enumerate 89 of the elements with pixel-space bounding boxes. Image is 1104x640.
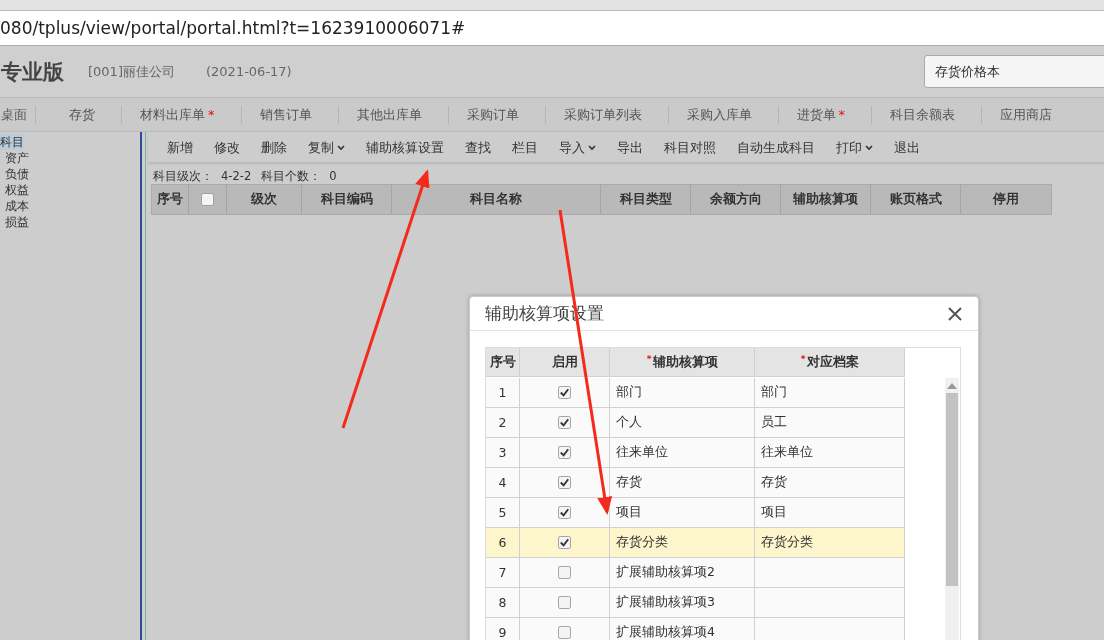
- nav-tab[interactable]: 销售订单: [259, 105, 339, 124]
- column-header[interactable]: 账页格式: [871, 185, 961, 214]
- table-cell: 4: [486, 468, 520, 498]
- toolbar-button[interactable]: 栏目: [512, 139, 538, 157]
- toolbar-button[interactable]: 新增: [167, 139, 193, 157]
- table-cell: 8: [486, 588, 520, 618]
- checkbox[interactable]: [558, 386, 571, 399]
- nav-tab[interactable]: 存货: [69, 105, 122, 124]
- checkbox[interactable]: [201, 193, 214, 206]
- column-header[interactable]: 停用: [961, 185, 1051, 214]
- column-header[interactable]: 科目编码: [302, 185, 392, 214]
- column-header[interactable]: * 辅助核算项: [610, 348, 755, 377]
- table-cell: 存货分类: [610, 528, 755, 558]
- scrollbar[interactable]: [945, 378, 959, 640]
- nav-tab[interactable]: 采购入库单: [686, 105, 779, 124]
- company-name: [001]丽佳公司: [88, 62, 176, 81]
- table-cell: 项目: [755, 498, 905, 528]
- url-text: 080/tplus/view/portal/portal.html?t=1623910006071#: [0, 18, 466, 38]
- toolbar-button[interactable]: 科目对照: [664, 139, 716, 157]
- checkbox[interactable]: [558, 476, 571, 489]
- close-icon[interactable]: [947, 305, 963, 322]
- table-cell: 9: [486, 618, 520, 640]
- info-label: 科目个数：: [261, 168, 322, 184]
- toolbar-button[interactable]: 导出: [617, 139, 643, 157]
- checkbox[interactable]: [558, 566, 571, 579]
- table-cell: 部门: [755, 378, 905, 408]
- table-cell: 3: [486, 438, 520, 468]
- table-cell: 部门: [610, 378, 755, 408]
- checkbox[interactable]: [558, 446, 571, 459]
- toolbar-button[interactable]: 打印: [836, 139, 873, 157]
- table-cell: 扩展辅助核算项4: [610, 618, 755, 640]
- info-value: 4-2-2: [221, 169, 252, 183]
- tree-item[interactable]: 科目: [0, 134, 24, 150]
- table-cell: 存货分类: [755, 528, 905, 558]
- product-title: 专业版: [1, 58, 65, 86]
- nav-tab[interactable]: 材料出库单 *: [140, 105, 242, 124]
- column-header[interactable]: 启用: [520, 348, 610, 377]
- table-cell: 1: [486, 378, 520, 408]
- tree-item[interactable]: 成本: [0, 198, 29, 214]
- table-cell: 7: [486, 558, 520, 588]
- table-cell: 存货: [755, 468, 905, 498]
- toolbar-button[interactable]: 自动生成科目: [737, 139, 815, 157]
- checkbox[interactable]: [558, 626, 571, 639]
- column-header[interactable]: 序号: [486, 348, 520, 377]
- nav-tab[interactable]: 其他出库单: [356, 105, 449, 124]
- nav-tab[interactable]: 桌面: [1, 105, 36, 124]
- toolbar-button[interactable]: 修改: [214, 139, 240, 157]
- toolbar-button[interactable]: 查找: [465, 139, 491, 157]
- column-header[interactable]: 辅助核算项: [781, 185, 871, 214]
- toolbar-button[interactable]: 导入: [559, 139, 596, 157]
- nav-tab[interactable]: 应用商店: [1000, 105, 1078, 124]
- table-cell: 扩展辅助核算项3: [610, 588, 755, 618]
- column-header[interactable]: 序号: [152, 185, 189, 214]
- table-cell: 员工: [755, 408, 905, 438]
- column-header[interactable]: 科目类型: [601, 185, 691, 214]
- address-bar[interactable]: 080/tplus/view/portal/portal.html?t=1623910006071#: [0, 11, 1104, 46]
- table-cell: 扩展辅助核算项2: [610, 558, 755, 588]
- column-header[interactable]: * 对应档案: [755, 348, 905, 377]
- table-cell: 项目: [610, 498, 755, 528]
- nav-tab[interactable]: 采购订单: [466, 105, 546, 124]
- info-label: 科目级次：: [153, 168, 213, 184]
- table-cell: 存货: [610, 468, 755, 498]
- table-cell: 往来单位: [610, 438, 755, 468]
- checkbox[interactable]: [558, 416, 571, 429]
- nav-tab[interactable]: 进货单 *: [796, 105, 872, 124]
- table-cell: 2: [486, 408, 520, 438]
- nav-tab[interactable]: 科目余额表: [890, 105, 982, 124]
- toolbar-button[interactable]: 辅助核算设置: [366, 139, 444, 157]
- column-header[interactable]: 科目名称: [392, 185, 601, 214]
- column-header[interactable]: 级次: [227, 185, 302, 214]
- table-cell: 6: [486, 528, 520, 558]
- table-cell: 个人: [610, 408, 755, 438]
- toolbar-button[interactable]: 删除: [261, 139, 287, 157]
- tree-item[interactable]: 损益: [0, 214, 29, 230]
- checkbox[interactable]: [558, 506, 571, 519]
- toolbar-button[interactable]: 复制: [308, 139, 345, 157]
- checkbox[interactable]: [558, 596, 571, 609]
- tree-item[interactable]: 负债: [0, 166, 29, 182]
- column-header[interactable]: 余额方向: [691, 185, 781, 214]
- toolbar-button[interactable]: 退出: [894, 139, 920, 157]
- info-value: 0: [329, 169, 337, 183]
- search-field[interactable]: 存货价格本: [924, 55, 1104, 88]
- nav-tab[interactable]: 采购订单列表: [563, 105, 669, 124]
- table-cell: 往来单位: [755, 438, 905, 468]
- login-date: (2021-06-17): [206, 64, 292, 79]
- tree-item[interactable]: 资产: [0, 150, 29, 166]
- tree-item[interactable]: 权益: [0, 182, 29, 198]
- checkbox[interactable]: [558, 536, 571, 549]
- table-cell: 5: [486, 498, 520, 528]
